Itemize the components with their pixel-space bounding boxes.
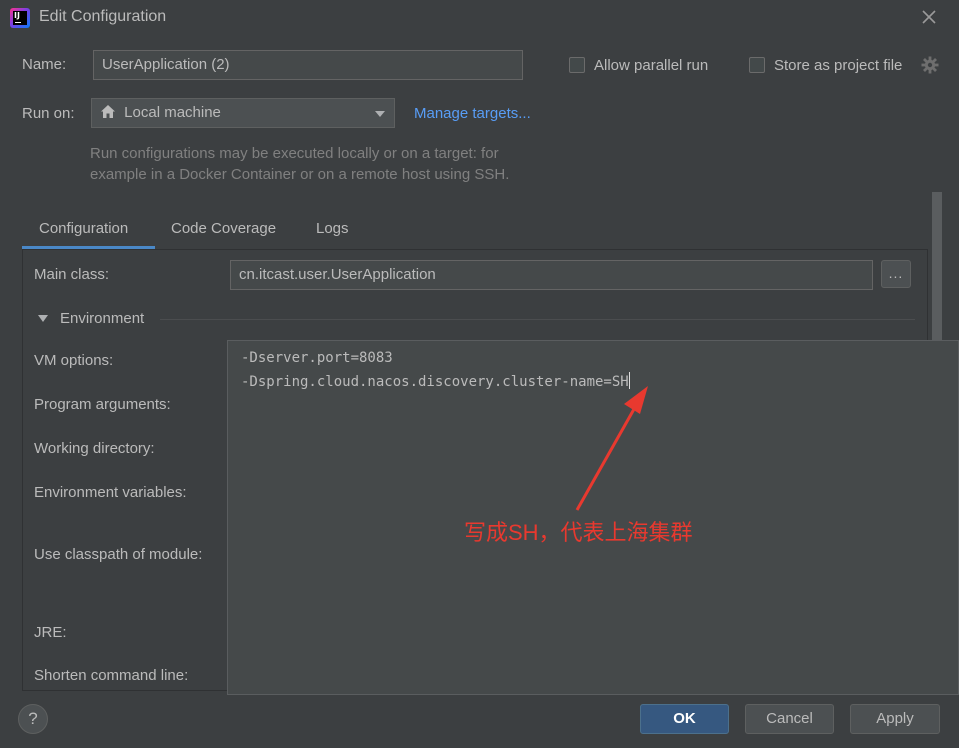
cancel-button[interactable]: Cancel [745, 704, 834, 734]
store-project-checkbox[interactable] [749, 57, 765, 73]
chevron-down-icon [375, 111, 385, 117]
vm-option-line-1: -Dserver.port=8083 [241, 350, 393, 366]
allow-parallel-checkbox[interactable] [569, 57, 585, 73]
tab-code-coverage[interactable]: Code Coverage [171, 220, 276, 237]
ok-button[interactable]: OK [640, 704, 729, 734]
main-class-label: Main class: [34, 266, 110, 283]
main-class-field[interactable]: cn.itcast.user.UserApplication [230, 260, 873, 290]
annotation-text: 写成SH，代表上海集群 [464, 520, 693, 545]
triangle-down-icon[interactable] [38, 315, 48, 322]
home-icon [100, 101, 116, 129]
gear-icon[interactable] [921, 56, 939, 77]
jre-label: JRE: [34, 624, 67, 641]
run-on-selected: Local machine [124, 104, 221, 121]
shorten-command-line-label: Shorten command line: [34, 667, 189, 684]
working-directory-label: Working directory: [34, 440, 155, 457]
run-on-label: Run on: [22, 105, 75, 122]
app-icon-text: IJ [13, 11, 27, 25]
environment-variables-label: Environment variables: [34, 484, 187, 501]
help-button[interactable]: ? [18, 704, 48, 734]
vm-options-label: VM options: [34, 352, 114, 369]
close-icon[interactable] [918, 6, 940, 28]
environment-section-label[interactable]: Environment [60, 310, 144, 327]
tab-configuration[interactable]: Configuration [39, 220, 128, 237]
name-field[interactable]: UserApplication (2) [93, 50, 523, 80]
window-title: Edit Configuration [39, 8, 167, 25]
run-on-hint-line1: Run configurations may be executed local… [90, 145, 499, 162]
apply-button[interactable]: Apply [850, 704, 940, 734]
manage-targets-link[interactable]: Manage targets... [414, 105, 531, 122]
app-icon: IJ [10, 8, 30, 28]
allow-parallel-label[interactable]: Allow parallel run [594, 57, 708, 74]
name-label: Name: [22, 56, 67, 73]
scrollbar-thumb[interactable] [932, 192, 942, 340]
store-project-label[interactable]: Store as project file [774, 57, 902, 74]
tab-logs[interactable]: Logs [316, 220, 349, 237]
run-on-dropdown[interactable]: Local machine [91, 98, 395, 128]
annotation-arrow-icon [575, 386, 648, 511]
program-arguments-label: Program arguments: [34, 396, 171, 413]
classpath-module-label: Use classpath of module: [34, 546, 203, 563]
browse-button[interactable]: ... [881, 260, 911, 288]
run-on-hint-line2: example in a Docker Container or on a re… [90, 166, 510, 183]
environment-separator [160, 319, 915, 320]
